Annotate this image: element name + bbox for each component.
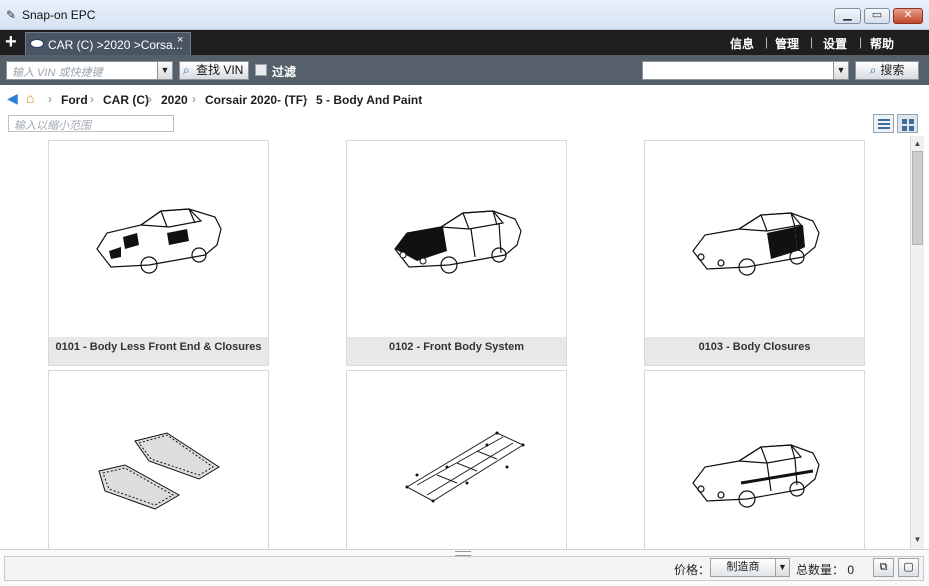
- tab-bar: + CAR (C) >2020 >Corsa... × 信息 | 管理 | 设置…: [0, 30, 929, 55]
- narrow-filter-input[interactable]: 输入以缩小范围: [8, 115, 174, 132]
- chevron-right-icon: ›: [48, 92, 52, 106]
- price-source-select[interactable]: 制造商: [710, 558, 776, 577]
- list-view-icon: [878, 127, 890, 129]
- status-bar: 价格： 制造商 ▼ 总数量： 0 ⧉ ▢: [0, 549, 929, 586]
- scroll-up-icon[interactable]: ▲: [911, 137, 924, 150]
- vin-input[interactable]: 输入 VIN 或快捷键: [6, 61, 158, 80]
- chevron-right-icon: ›: [192, 92, 196, 106]
- search-icon: ⌕: [869, 63, 877, 77]
- price-label: 价格：: [674, 563, 711, 577]
- total-value: 0: [847, 563, 855, 577]
- card-caption: 0102 - Front Body System: [347, 337, 566, 365]
- menu-separator: |: [810, 35, 814, 49]
- car-front-highlight-icon: [394, 210, 522, 274]
- scroll-down-icon[interactable]: ▼: [911, 533, 924, 546]
- illustration-card[interactable]: 0102 - Front Body System: [346, 140, 567, 366]
- home-icon[interactable]: ⌂: [26, 90, 34, 106]
- grid-view-button[interactable]: [897, 114, 918, 133]
- underbody-frame-icon: [405, 431, 525, 503]
- total-quantity: 总数量： 0: [796, 561, 854, 578]
- search-dropdown-button[interactable]: ▼: [833, 61, 849, 80]
- list-view-icon: [878, 123, 890, 125]
- menu-separator: |: [765, 35, 769, 49]
- tab-label: CAR (C) >2020 >Corsa...: [48, 38, 183, 52]
- floor-mats-icon: [98, 432, 220, 510]
- total-label: 总数量：: [796, 563, 845, 577]
- car-body-shell-icon: [96, 208, 222, 274]
- add-tab-button[interactable]: +: [5, 31, 17, 53]
- card-caption: 0101 - Body Less Front End & Closures: [49, 337, 268, 365]
- ford-logo-icon: [30, 39, 44, 48]
- close-window-button[interactable]: ✕: [893, 8, 923, 24]
- search-button[interactable]: ⌕ 搜索: [855, 61, 919, 80]
- grid-view-icon: [902, 119, 907, 124]
- chevron-right-icon: ›: [90, 92, 94, 106]
- back-arrow-icon[interactable]: ◀: [7, 91, 18, 105]
- menu-help[interactable]: 帮助: [870, 35, 894, 52]
- app-logo-icon: ✎: [6, 8, 17, 22]
- breadcrumb-model[interactable]: Corsair 2020- (TF): [205, 93, 307, 107]
- illustration-grid: 0101 - Body Less Front End & Closures 01…: [0, 136, 910, 549]
- maximize-button[interactable]: ▭: [864, 8, 890, 24]
- breadcrumb-section: 5 - Body And Paint: [316, 93, 423, 107]
- chevron-down-icon[interactable]: ▼: [775, 558, 790, 577]
- vin-dropdown-button[interactable]: ▼: [157, 61, 173, 80]
- find-vin-button[interactable]: ⌕ 查找 VIN: [179, 61, 249, 80]
- breadcrumb: ◀ ⌂ › Ford › CAR (C) › 2020 › Corsair 20…: [0, 87, 929, 111]
- tab-close-icon[interactable]: ×: [177, 34, 183, 46]
- grid-view-icon: [909, 119, 914, 124]
- breadcrumb-make[interactable]: Ford: [61, 93, 88, 107]
- breadcrumb-class[interactable]: CAR (C): [103, 93, 149, 107]
- search-button-label: 搜索: [880, 63, 905, 77]
- chevron-right-icon: ›: [304, 92, 308, 106]
- breadcrumb-year[interactable]: 2020: [161, 93, 188, 107]
- search-icon: ⌕: [183, 63, 190, 77]
- filter-checkbox[interactable]: [255, 64, 267, 76]
- search-input[interactable]: [642, 61, 834, 80]
- illustration-card[interactable]: 0103 - Body Closures: [644, 140, 865, 366]
- illustration-card[interactable]: [346, 370, 567, 549]
- menu-separator: |: [859, 35, 863, 49]
- scrollbar-thumb[interactable]: [912, 151, 923, 245]
- restore-panel-button[interactable]: ⧉: [873, 558, 894, 577]
- grid-view-icon: [902, 126, 907, 131]
- list-view-icon: [878, 119, 890, 121]
- grid-view-icon: [909, 126, 914, 131]
- card-caption: 0103 - Body Closures: [645, 337, 864, 365]
- filter-label: 过滤: [272, 65, 297, 79]
- window-title: Snap-on EPC: [22, 8, 96, 22]
- chevron-right-icon: ›: [148, 92, 152, 106]
- menu-settings[interactable]: 设置: [823, 35, 847, 52]
- illustration-card[interactable]: [644, 370, 865, 549]
- car-doors-highlight-icon: [692, 212, 820, 276]
- menu-manage[interactable]: 管理: [775, 35, 799, 52]
- search-toolbar: 输入 VIN 或快捷键 ▼ ⌕ 查找 VIN 过滤 ▼ ⌕ 搜索: [0, 55, 929, 85]
- tab-corsair[interactable]: CAR (C) >2020 >Corsa... ×: [25, 32, 191, 55]
- maximize-panel-button[interactable]: ▢: [898, 558, 919, 577]
- list-view-button[interactable]: [873, 114, 894, 133]
- vertical-scrollbar[interactable]: ▲ ▼: [910, 136, 924, 549]
- illustration-card[interactable]: [48, 370, 269, 549]
- find-vin-label: 查找 VIN: [196, 63, 244, 77]
- car-side-molding-icon: [692, 444, 820, 508]
- window-titlebar: ✎ Snap-on EPC ▁ ▭ ✕: [0, 0, 929, 30]
- menu-info[interactable]: 信息: [730, 35, 754, 52]
- minimize-button[interactable]: ▁: [834, 8, 861, 24]
- illustration-card[interactable]: 0101 - Body Less Front End & Closures: [48, 140, 269, 366]
